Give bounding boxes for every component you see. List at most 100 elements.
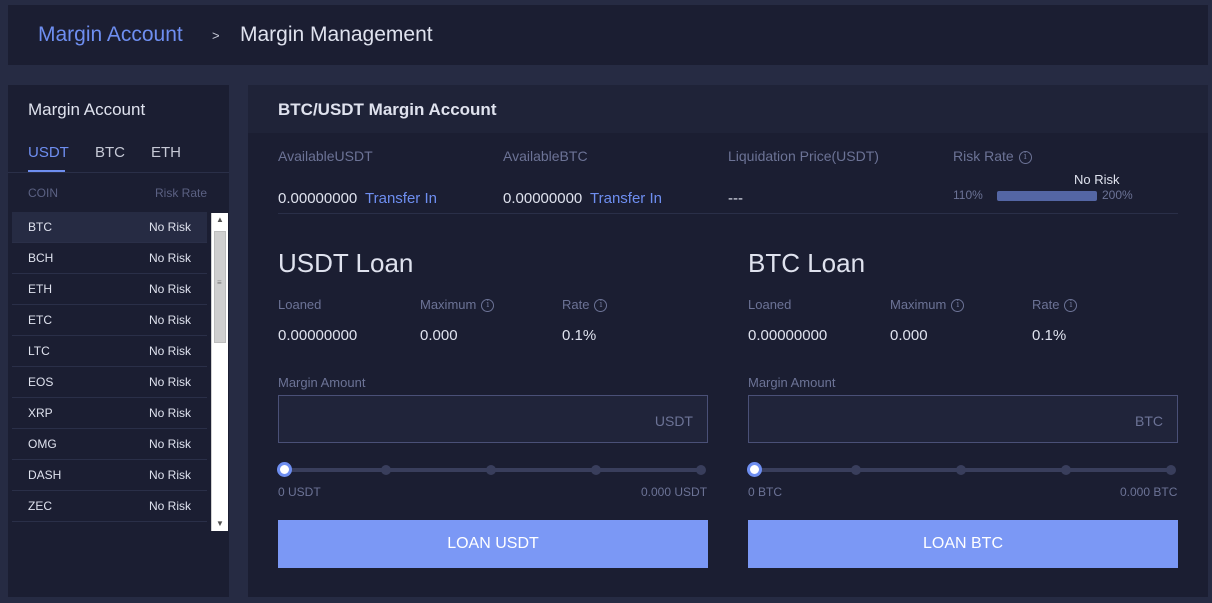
usdt-maximum-value: 0.000 [420,327,458,344]
list-item-ltc[interactable]: LTC No Risk [12,336,207,367]
risk-rate-bar [997,191,1097,201]
btc-maximum-label-text: Maximum [890,297,947,312]
usdt-amount-field[interactable]: USDT [278,395,708,443]
coin-name: LTC [28,344,50,358]
info-icon[interactable]: i [481,299,495,313]
slider-tick[interactable] [381,465,391,475]
btc-loan-title: BTC Loan [748,248,866,278]
breadcrumb-separator: > [212,28,220,43]
slider-tick[interactable] [956,465,966,475]
column-header-risk-rate: Risk Rate [155,186,208,200]
coin-risk: No Risk [148,375,191,389]
breadcrumb: Margin Account > Margin Management [8,5,1208,65]
btc-unit: BTC [1135,413,1163,429]
page-title: Margin Management [240,23,433,46]
coin-name: ETC [28,313,52,327]
list-item-eth[interactable]: ETH No Risk [12,274,207,305]
slider-tick[interactable] [1166,465,1176,475]
liquidation-price-label: Liquidation Price(USDT) [728,148,879,164]
info-icon[interactable]: i [951,299,965,313]
btc-slider-max: 0.000 BTC [1120,485,1178,499]
coin-list: BTC No Risk BCH No Risk ETH No Risk ETC … [12,212,207,522]
transfer-in-btc-link[interactable]: Transfer In [590,190,662,207]
panel-header: BTC/USDT Margin Account [248,85,1208,133]
sidebar-title: Margin Account [28,100,146,119]
coin-name: ETH [28,282,52,296]
coin-risk: No Risk [148,313,191,327]
panel-title: BTC/USDT Margin Account [278,100,497,119]
slider-handle[interactable] [747,462,762,477]
info-icon[interactable]: i [594,299,608,313]
tab-eth[interactable]: ETH [151,144,181,161]
btc-rate-value: 0.1% [1032,327,1067,344]
scroll-down-arrow-icon[interactable]: ▼ [212,517,228,531]
usdt-margin-amount-label: Margin Amount [278,375,366,390]
slider-tick[interactable] [851,465,861,475]
coin-name: BTC [28,220,52,234]
list-item-zec[interactable]: ZEC No Risk [12,491,207,522]
btc-loaned-value: 0.00000000 [748,327,828,344]
transfer-in-usdt-link[interactable]: Transfer In [365,190,437,207]
usdt-maximum-label-text: Maximum [420,297,477,312]
coin-list-scrollbar[interactable]: ▲ ≡ ▼ [211,213,228,531]
tabs-divider [8,172,229,173]
loan-btc-button[interactable]: LOAN BTC [748,520,1178,568]
usdt-rate-label-text: Rate [562,297,590,312]
list-item-bch[interactable]: BCH No Risk [12,243,207,274]
list-item-omg[interactable]: OMG No Risk [12,429,207,460]
tab-usdt[interactable]: USDT [28,144,69,161]
btc-maximum-value: 0.000 [890,327,928,344]
slider-handle[interactable] [277,462,292,477]
usdt-rate-label: Rate i [562,297,608,313]
section-divider [278,213,1178,214]
info-icon[interactable]: i [1018,150,1032,164]
btc-loaned-label: Loaned [748,297,792,312]
margin-account-panel: BTC/USDT Margin Account AvailableUSDT 0.… [248,85,1208,597]
slider-tick[interactable] [591,465,601,475]
risk-max-label: 200% [1102,188,1133,202]
btc-amount-slider[interactable] [747,462,1176,477]
available-btc-label: AvailableBTC [503,148,588,164]
btc-rate-label-text: Rate [1032,297,1060,312]
breadcrumb-margin-account-link[interactable]: Margin Account [38,23,183,47]
coin-risk: No Risk [148,251,191,265]
slider-tick[interactable] [696,465,706,475]
list-item-xrp[interactable]: XRP No Risk [12,398,207,429]
risk-min-label: 110% [953,188,983,202]
usdt-loaned-label: Loaned [278,297,322,312]
usdt-amount-input[interactable] [289,408,609,432]
available-usdt-value: 0.00000000 [278,190,358,207]
coin-name: XRP [28,406,53,420]
risk-rate-label: Risk Rate i [953,148,1032,164]
coin-risk: No Risk [148,499,191,513]
slider-tick[interactable] [486,465,496,475]
coin-risk: No Risk [148,282,191,296]
info-icon[interactable]: i [1064,299,1078,313]
usdt-rate-value: 0.1% [562,327,597,344]
usdt-slider-max: 0.000 USDT [641,485,708,499]
list-item-etc[interactable]: ETC No Risk [12,305,207,336]
grip-icon: ≡ [217,278,222,287]
usdt-unit: USDT [654,413,693,429]
tab-btc[interactable]: BTC [95,144,125,161]
risk-rate-label-text: Risk Rate [953,148,1014,164]
scrollbar-thumb[interactable]: ≡ [214,231,226,343]
sidebar: Margin Account USDT BTC ETH COIN Risk Ra… [8,85,229,597]
btc-rate-label: Rate i [1032,297,1078,313]
scroll-up-arrow-icon[interactable]: ▲ [212,213,228,227]
list-item-eos[interactable]: EOS No Risk [12,367,207,398]
coin-risk: No Risk [148,468,191,482]
coin-risk: No Risk [148,437,191,451]
list-item-dash[interactable]: DASH No Risk [12,460,207,491]
usdt-amount-slider[interactable] [277,462,706,477]
column-header-coin: COIN [28,186,58,200]
btc-amount-field[interactable]: BTC [748,395,1178,443]
btc-maximum-label: Maximum i [890,297,965,313]
liquidation-price-value: --- [728,190,743,207]
slider-tick[interactable] [1061,465,1071,475]
usdt-loaned-value: 0.00000000 [278,327,358,344]
list-item-btc[interactable]: BTC No Risk [12,212,207,243]
coin-name: DASH [28,468,62,482]
loan-usdt-button[interactable]: LOAN USDT [278,520,708,568]
btc-amount-input[interactable] [759,408,1079,432]
